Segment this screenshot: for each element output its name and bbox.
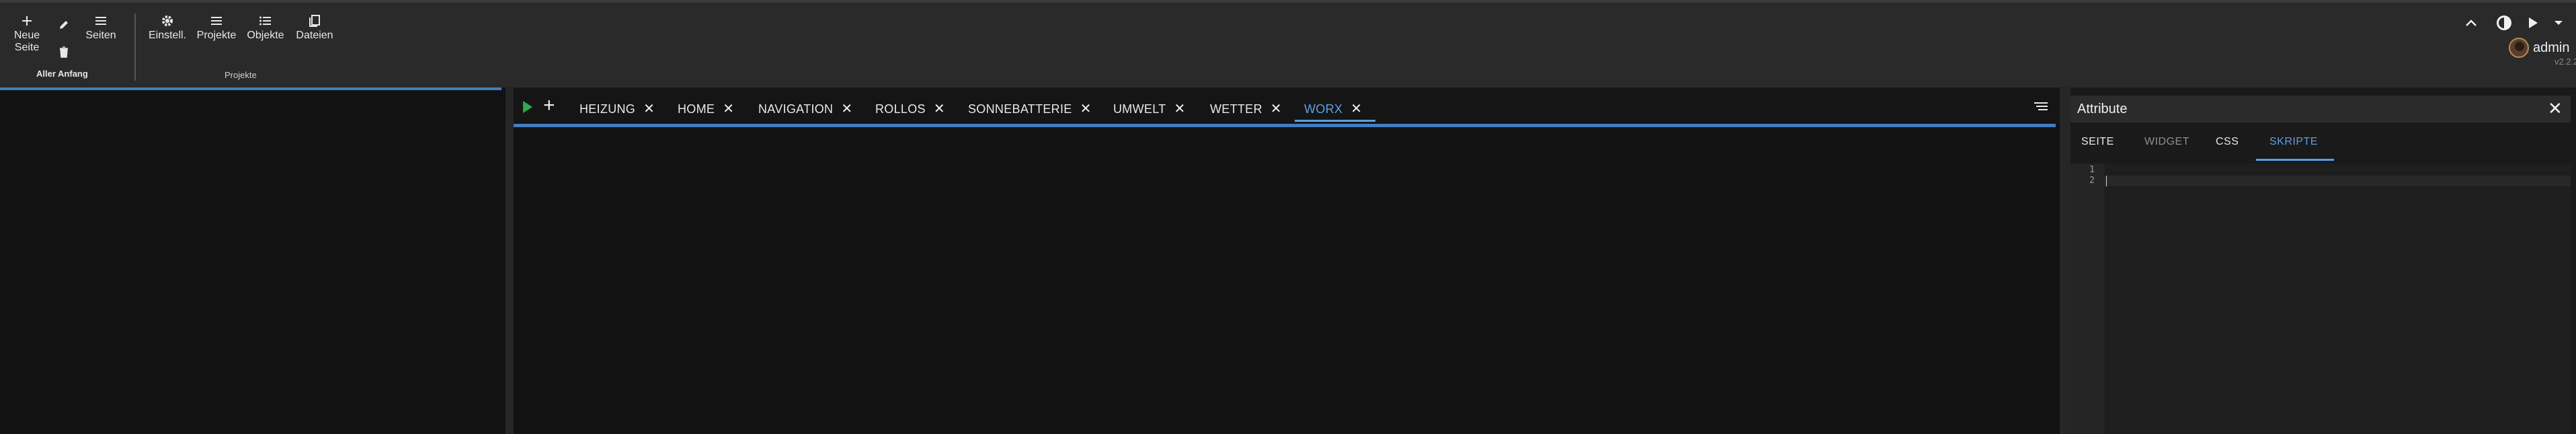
pages-button[interactable]: Seiten — [82, 12, 120, 42]
left-splitter[interactable] — [506, 87, 514, 434]
menu-icon — [91, 12, 111, 30]
attributes-title: Attribute — [2077, 102, 2128, 116]
page-group-caption: Aller Anfang — [36, 69, 88, 79]
objects-label: Objekte — [247, 30, 284, 41]
top-toolbar: Neue Seite Seiten Aller Anfang Einstell.… — [0, 0, 2576, 87]
list-bullets-icon — [255, 12, 276, 30]
projects-label: Projekte — [196, 30, 237, 41]
close-icon[interactable]: ✕ — [841, 102, 852, 116]
avatar[interactable] — [2509, 38, 2529, 58]
tab-umwelt[interactable]: UMWELT ✕ — [1113, 96, 1185, 122]
settings-label: Einstell. — [148, 30, 187, 41]
project-group: Einstell. Projekte Objekte Dateien Proje… — [141, 3, 343, 87]
center-loading-bar — [514, 124, 2056, 127]
close-icon[interactable]: ✕ — [934, 102, 945, 116]
close-icon[interactable]: ✕ — [1271, 102, 1282, 116]
tab-home[interactable]: HOME ✕ — [678, 96, 734, 122]
tab-label: WETTER — [1210, 102, 1262, 116]
new-page-label: Neue Seite — [13, 30, 40, 53]
close-icon[interactable]: ✕ — [2548, 100, 2563, 117]
add-view-button[interactable]: + — [543, 96, 555, 116]
close-icon[interactable]: ✕ — [1080, 102, 1092, 116]
tab-label: SONNEBATTERIE — [968, 102, 1072, 116]
close-icon[interactable]: ✕ — [643, 102, 655, 116]
brightness-icon[interactable] — [2494, 13, 2514, 33]
projects-button[interactable]: Projekte — [195, 12, 238, 42]
tab-heizung[interactable]: HEIZUNG ✕ — [579, 96, 655, 122]
pages-label: Seiten — [85, 30, 116, 41]
tab-rollos[interactable]: ROLLOS ✕ — [875, 96, 945, 122]
tab-sonnebatterie[interactable]: SONNEBATTERIE ✕ — [968, 96, 1091, 122]
gear-icon — [157, 12, 177, 30]
files-label: Dateien — [296, 30, 333, 41]
play-icon[interactable] — [2525, 15, 2541, 31]
line-number: 2 — [2089, 176, 2095, 186]
tab-label: WORX — [1304, 102, 1343, 116]
widget-list-panel — [0, 87, 506, 434]
active-tab-indicator — [2256, 159, 2334, 161]
sort-lines-icon[interactable] — [2034, 102, 2048, 112]
view-tabbar: + HEIZUNG ✕ HOME ✕ NAVIGATION ✕ ROLLOS ✕… — [514, 87, 2060, 125]
attributes-header: Attribute ✕ — [2070, 96, 2571, 122]
tab-widget[interactable]: WIDGET — [2144, 136, 2189, 148]
left-loading-bar — [0, 87, 501, 90]
user-name[interactable]: admin — [2533, 40, 2569, 56]
tab-label: ROLLOS — [875, 102, 926, 116]
list-icon — [206, 12, 227, 30]
active-line-highlight — [2104, 176, 2571, 186]
objects-button[interactable]: Objekte — [245, 12, 286, 42]
line-number: 1 — [2089, 165, 2095, 175]
settings-button[interactable]: Einstell. — [148, 12, 187, 42]
tab-label: HOME — [678, 102, 715, 116]
active-tab-indicator — [1295, 120, 1375, 122]
plus-icon — [17, 12, 37, 30]
script-editor[interactable]: 1 2 — [2070, 164, 2571, 434]
project-group-caption: Projekte — [225, 70, 257, 80]
right-splitter[interactable] — [2060, 87, 2070, 434]
app-version: v2.2.2 — [2554, 57, 2576, 67]
tab-css[interactable]: CSS — [2216, 136, 2239, 148]
pencil-icon — [54, 16, 74, 34]
close-icon[interactable]: ✕ — [1174, 102, 1185, 116]
files-icon — [305, 12, 325, 30]
delete-page-button[interactable] — [54, 43, 74, 61]
tab-worx[interactable]: WORX ✕ — [1304, 96, 1362, 122]
tab-wetter[interactable]: WETTER ✕ — [1210, 96, 1282, 122]
chevron-up-icon[interactable] — [2463, 15, 2479, 31]
tab-seite[interactable]: SEITE — [2081, 136, 2114, 148]
tab-navigation[interactable]: NAVIGATION ✕ — [758, 96, 852, 122]
text-cursor — [2106, 176, 2107, 186]
caret-down-icon[interactable] — [2552, 17, 2565, 28]
tab-label: UMWELT — [1113, 102, 1166, 116]
files-button[interactable]: Dateien — [294, 12, 335, 42]
tab-label: HEIZUNG — [579, 102, 636, 116]
tab-skripte[interactable]: SKRIPTE — [2269, 136, 2318, 148]
run-view-icon[interactable] — [523, 101, 532, 113]
close-icon[interactable]: ✕ — [723, 102, 734, 116]
edit-page-button[interactable] — [54, 16, 74, 34]
view-canvas[interactable] — [514, 128, 2060, 434]
toolbar-separator — [134, 13, 136, 81]
trash-icon — [54, 43, 74, 61]
page-group: Neue Seite Seiten Aller Anfang — [0, 3, 134, 87]
tab-label: NAVIGATION — [758, 102, 834, 116]
new-page-button[interactable]: Neue Seite — [11, 12, 43, 54]
editor-workspace: + HEIZUNG ✕ HOME ✕ NAVIGATION ✕ ROLLOS ✕… — [514, 87, 2060, 434]
attributes-panel: Attribute ✕ SEITE WIDGET CSS SKRIPTE 1 2 — [2070, 87, 2576, 434]
line-gutter: 1 2 — [2070, 164, 2104, 434]
close-icon[interactable]: ✕ — [1351, 102, 1362, 116]
